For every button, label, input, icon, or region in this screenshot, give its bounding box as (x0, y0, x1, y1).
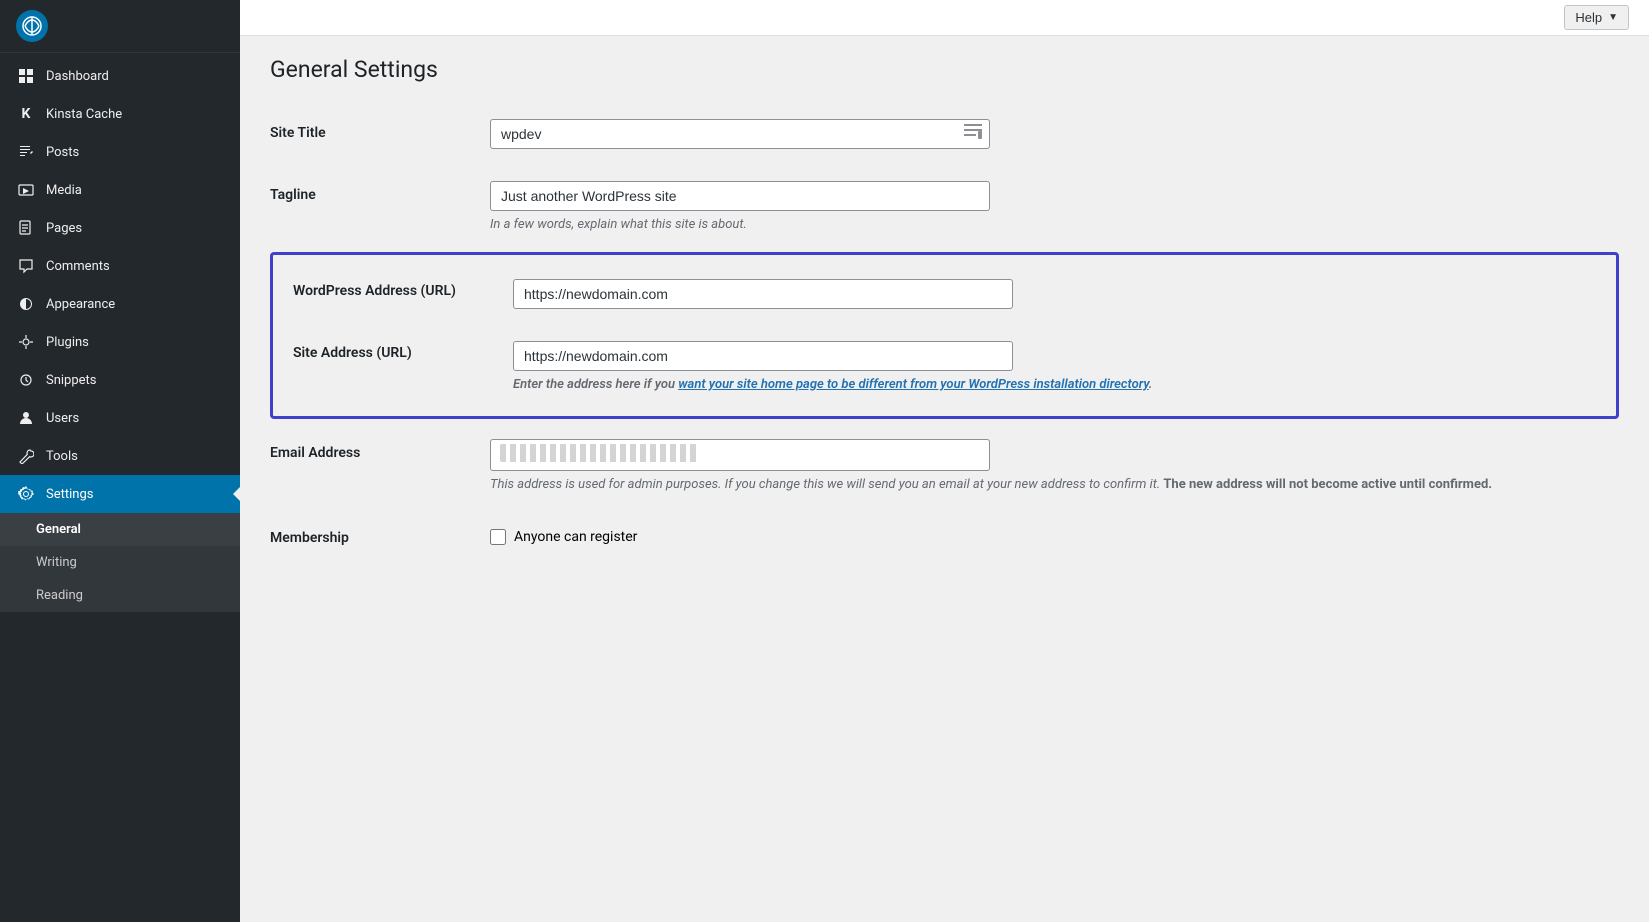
reading-label: Reading (36, 588, 224, 603)
sidebar: Dashboard K Kinsta Cache Posts Media Pag… (0, 0, 240, 922)
pages-icon (16, 218, 36, 238)
sidebar-nav: Dashboard K Kinsta Cache Posts Media Pag… (0, 53, 240, 922)
sidebar-item-posts-label: Posts (46, 145, 224, 160)
sidebar-item-users-label: Users (46, 411, 224, 426)
sidebar-item-settings[interactable]: Settings (0, 475, 240, 513)
membership-row: Membership Anyone can register (270, 508, 1619, 566)
email-row: Email Address This address is used for a… (270, 423, 1619, 508)
help-label: Help (1575, 10, 1602, 25)
tagline-label: Tagline (270, 165, 490, 248)
plugins-icon (16, 332, 36, 352)
site-address-desc-prefix: Enter the address here if you (513, 377, 678, 392)
sidebar-item-tools[interactable]: Tools (0, 437, 240, 475)
site-address-description: Enter the address here if you want your … (513, 377, 1596, 392)
topbar: Help ▼ (240, 0, 1649, 36)
wp-address-label: WordPress Address (URL) (293, 263, 513, 325)
sidebar-submenu-writing[interactable]: Writing (0, 546, 240, 579)
site-address-link[interactable]: want your site home page to be different… (678, 377, 1149, 392)
kinsta-icon: K (16, 104, 36, 124)
tagline-description: In a few words, explain what this site i… (490, 217, 1619, 232)
settings-icon (16, 484, 36, 504)
writing-label: Writing (36, 555, 224, 570)
wordpress-logo-icon (16, 10, 48, 42)
sidebar-logo (0, 0, 240, 53)
sidebar-item-comments-label: Comments (46, 259, 224, 274)
content-area: General Settings Site Title Tagline (240, 36, 1649, 922)
sidebar-submenu-general[interactable]: General (0, 513, 240, 546)
url-section-border: WordPress Address (URL) Site Address (UR… (270, 252, 1619, 419)
site-address-input[interactable] (513, 341, 1013, 371)
posts-icon (16, 142, 36, 162)
site-title-label: Site Title (270, 103, 490, 165)
site-title-row: Site Title (270, 103, 1619, 165)
site-address-label: Site Address (URL) (293, 325, 513, 408)
sidebar-item-plugins-label: Plugins (46, 335, 224, 350)
users-icon (16, 408, 36, 428)
sidebar-item-snippets-label: Snippets (46, 373, 224, 388)
sidebar-item-comments[interactable]: Comments (0, 247, 240, 285)
email-label: Email Address (270, 423, 490, 508)
sidebar-item-plugins[interactable]: Plugins (0, 323, 240, 361)
email-input[interactable] (490, 439, 990, 471)
snippets-icon (16, 370, 36, 390)
general-label: General (36, 522, 224, 537)
sidebar-item-settings-label: Settings (46, 487, 224, 502)
sidebar-item-users[interactable]: Users (0, 399, 240, 437)
tagline-row: Tagline In a few words, explain what thi… (270, 165, 1619, 248)
email-desc-1: This address is used for admin purposes.… (490, 477, 970, 492)
site-address-desc-suffix: . (1149, 377, 1153, 392)
sidebar-item-pages[interactable]: Pages (0, 209, 240, 247)
site-address-row: Site Address (URL) Enter the address her… (293, 325, 1596, 408)
tagline-input[interactable] (490, 181, 990, 211)
sidebar-item-tools-label: Tools (46, 449, 224, 464)
sidebar-item-posts[interactable]: Posts (0, 133, 240, 171)
membership-label: Membership (270, 508, 490, 566)
email-input-wrapper (490, 439, 990, 471)
email-desc-2: at your new address to confirm it. (973, 477, 1160, 492)
sidebar-item-media-label: Media (46, 183, 224, 198)
settings-submenu: General Writing Reading (0, 513, 240, 612)
email-desc-bold: The new address will not become active u… (1163, 477, 1492, 492)
sidebar-item-snippets[interactable]: Snippets (0, 361, 240, 399)
membership-checkbox-label: Anyone can register (514, 529, 637, 545)
dashboard-icon (16, 66, 36, 86)
settings-form-table: Site Title Tagline In a few words, expla… (270, 103, 1619, 566)
sidebar-item-dashboard[interactable]: Dashboard (0, 57, 240, 95)
page-title: General Settings (270, 56, 1619, 83)
wp-address-row: WordPress Address (URL) (293, 263, 1596, 325)
email-description: This address is used for admin purposes.… (490, 477, 1619, 492)
sidebar-item-dashboard-label: Dashboard (46, 69, 224, 84)
url-inner-table: WordPress Address (URL) Site Address (UR… (293, 263, 1596, 408)
tools-icon (16, 446, 36, 466)
active-arrow (233, 486, 240, 502)
membership-checkbox-row: Anyone can register (490, 529, 1619, 545)
sidebar-item-appearance[interactable]: Appearance (0, 285, 240, 323)
url-section-row: WordPress Address (URL) Site Address (UR… (270, 248, 1619, 423)
comments-icon (16, 256, 36, 276)
membership-checkbox[interactable] (490, 529, 506, 545)
wp-address-input[interactable] (513, 279, 1013, 309)
sidebar-submenu-reading[interactable]: Reading (0, 579, 240, 612)
sidebar-item-pages-label: Pages (46, 221, 224, 236)
main-area: Help ▼ General Settings Site Title (240, 0, 1649, 922)
sidebar-item-media[interactable]: Media (0, 171, 240, 209)
sidebar-item-kinsta-label: Kinsta Cache (46, 107, 224, 122)
appearance-icon (16, 294, 36, 314)
site-title-input[interactable] (490, 119, 990, 149)
media-icon (16, 180, 36, 200)
sidebar-item-appearance-label: Appearance (46, 297, 224, 312)
site-title-input-wrapper (490, 119, 990, 149)
help-chevron-icon: ▼ (1608, 12, 1618, 23)
sidebar-item-kinsta-cache[interactable]: K Kinsta Cache (0, 95, 240, 133)
help-button[interactable]: Help ▼ (1564, 5, 1629, 30)
